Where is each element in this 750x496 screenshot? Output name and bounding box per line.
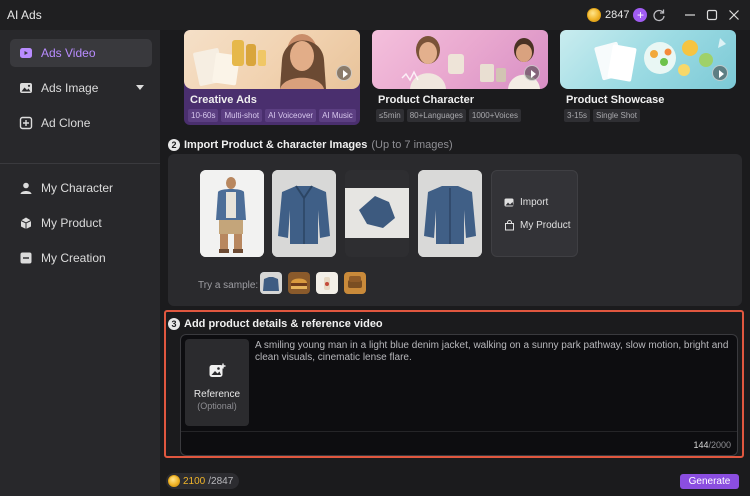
credit-cost: 2100/2847 <box>166 473 240 489</box>
import-label: Import <box>520 197 549 208</box>
main-content: Creative Ads 10-60s Multi-shot AI Voiceo… <box>160 30 750 496</box>
char-count-max: /2000 <box>708 440 731 450</box>
template-tags: 3-15s Single Shot <box>564 109 640 122</box>
template-tag: Single Shot <box>593 109 640 122</box>
bag-icon <box>505 220 514 231</box>
template-card-product-showcase[interactable]: Product Showcase 3-15s Single Shot <box>560 30 736 125</box>
close-button[interactable] <box>726 7 742 23</box>
generate-button[interactable]: Generate <box>680 474 739 489</box>
details-section-heading: 3 Add product details & reference video <box>168 318 383 330</box>
sidebar-item-label: My Character <box>41 181 114 195</box>
cost-used: 2100 <box>183 475 206 487</box>
sample-thumbnail[interactable] <box>344 272 366 294</box>
import-box: Import My Product <box>491 170 578 257</box>
my-product-button[interactable]: My Product <box>504 220 571 231</box>
template-thumbnail <box>184 30 360 89</box>
sidebar-item-ads-image[interactable]: Ads Image <box>10 74 152 102</box>
template-card-creative-ads[interactable]: Creative Ads 10-60s Multi-shot AI Voiceo… <box>184 30 360 125</box>
sidebar-item-ad-clone[interactable]: Ad Clone <box>10 109 152 137</box>
title-bar: AI Ads 2847 + <box>0 0 750 30</box>
step-number: 2 <box>168 139 180 151</box>
template-tag: Multi-shot <box>221 109 263 122</box>
section-title: Import Product & character Images <box>184 139 368 151</box>
template-tags: ≤5min 80+Languages 1000+Voices <box>376 109 521 122</box>
add-credits-button[interactable]: + <box>633 8 648 22</box>
bottom-bar: 2100/2847 Generate <box>160 466 750 496</box>
sidebar-item-label: Ads Image <box>41 81 99 95</box>
template-tag: ≤5min <box>376 109 404 122</box>
coin-icon <box>168 475 180 487</box>
product-image[interactable] <box>345 170 409 257</box>
sidebar: Ads Video Ads Image Ad Clone My Characte… <box>0 30 160 496</box>
sample-thumbnail[interactable] <box>288 272 310 294</box>
video-icon <box>20 48 32 58</box>
sidebar-item-ads-video[interactable]: Ads Video <box>10 39 152 67</box>
template-title: Product Showcase <box>566 94 665 106</box>
template-card-product-character[interactable]: Product Character ≤5min 80+Languages 100… <box>372 30 548 125</box>
reference-label: Reference <box>193 389 241 400</box>
char-count-value: 144 <box>693 440 709 450</box>
refresh-icon[interactable] <box>652 8 666 22</box>
sidebar-item-label: My Creation <box>41 251 106 265</box>
import-panel: Import My Product Try a sample: <box>168 154 742 306</box>
play-icon[interactable] <box>524 65 540 81</box>
import-button[interactable]: Import <box>504 197 548 208</box>
app-title: AI Ads <box>7 8 42 22</box>
sidebar-divider <box>0 163 160 164</box>
template-thumbnail <box>560 30 736 89</box>
image-icon <box>20 83 32 93</box>
template-tag: 1000+Voices <box>468 109 521 122</box>
folder-icon <box>20 252 32 264</box>
sidebar-item-label: My Product <box>41 216 102 230</box>
template-tag: 3-15s <box>564 109 591 122</box>
product-image[interactable] <box>200 170 264 257</box>
clone-icon <box>19 116 33 130</box>
try-sample-label: Try a sample: <box>198 280 259 291</box>
product-image[interactable] <box>418 170 482 257</box>
add-video-icon <box>209 363 226 377</box>
sidebar-item-my-product[interactable]: My Product <box>10 209 152 237</box>
step-number: 3 <box>168 318 180 330</box>
section-note: (Up to 7 images) <box>371 139 453 151</box>
play-icon[interactable] <box>712 65 728 81</box>
coin-icon <box>587 8 601 22</box>
chevron-down-icon[interactable] <box>136 85 144 90</box>
box-icon <box>20 217 32 229</box>
template-tag: 10-60s <box>188 109 219 122</box>
template-tag: 80+Languages <box>406 109 466 122</box>
character-counter: 144/2000 <box>693 440 731 450</box>
sidebar-item-my-creation[interactable]: My Creation <box>10 244 152 272</box>
cost-total: /2847 <box>208 475 234 487</box>
prompt-textarea[interactable]: A smiling young man in a light blue deni… <box>255 340 733 364</box>
credits-balance[interactable]: 2847 + <box>584 6 651 24</box>
import-section-heading: 2 Import Product & character Images (Up … <box>168 139 453 151</box>
sidebar-item-my-character[interactable]: My Character <box>10 174 152 202</box>
prompt-divider <box>181 431 737 432</box>
prompt-area[interactable]: Reference (Optional) A smiling young man… <box>180 334 738 456</box>
section-title: Add product details & reference video <box>184 318 383 330</box>
my-product-label: My Product <box>520 220 571 231</box>
sidebar-item-label: Ad Clone <box>41 116 91 130</box>
maximize-button[interactable] <box>704 7 720 23</box>
template-title: Creative Ads <box>190 94 257 106</box>
template-tag: AI Music <box>319 109 356 122</box>
sample-thumbnail[interactable] <box>260 272 282 294</box>
add-image-icon <box>504 198 514 207</box>
credits-value: 2847 <box>605 9 630 21</box>
product-image[interactable] <box>272 170 336 257</box>
sample-thumbnail[interactable] <box>316 272 338 294</box>
person-icon <box>20 182 32 194</box>
template-tag: AI Voiceover <box>265 109 317 122</box>
template-thumbnail <box>372 30 548 89</box>
play-icon[interactable] <box>336 65 352 81</box>
template-tags: 10-60s Multi-shot AI Voiceover AI Music <box>188 109 356 122</box>
reference-video-upload[interactable]: Reference (Optional) <box>185 339 249 426</box>
template-title: Product Character <box>378 94 474 106</box>
reference-optional-label: (Optional) <box>197 401 237 411</box>
sidebar-item-label: Ads Video <box>41 46 96 60</box>
minimize-button[interactable] <box>682 7 698 23</box>
